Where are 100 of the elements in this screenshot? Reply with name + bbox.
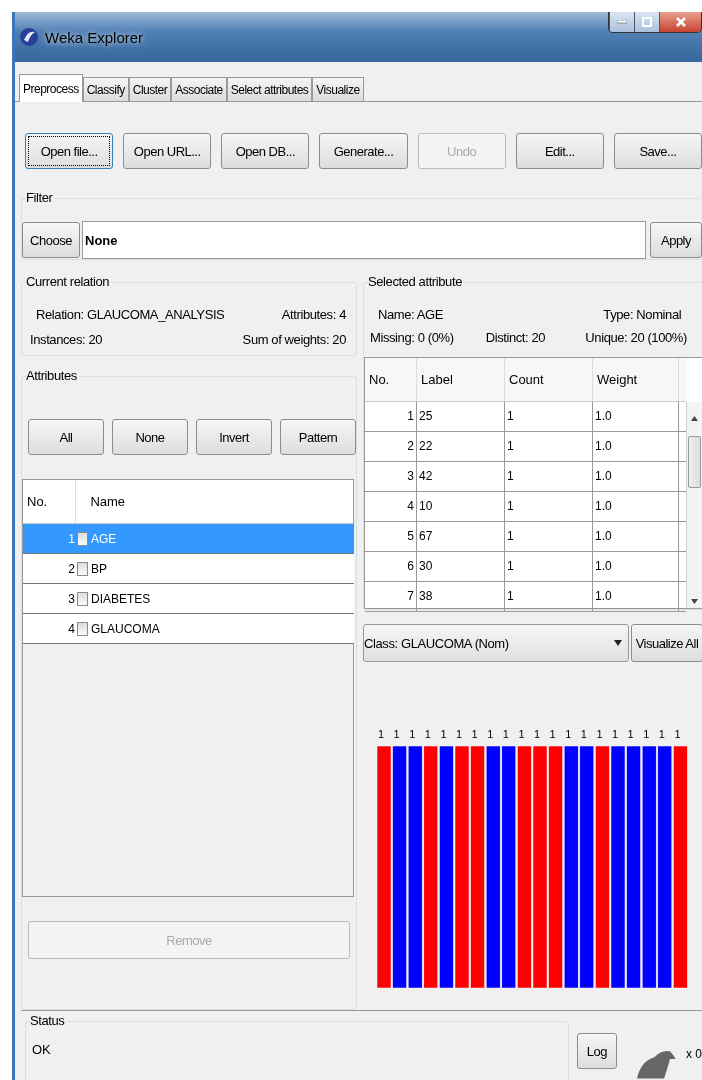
- bar-count: 1: [643, 728, 650, 740]
- toolbar-button[interactable]: Open file...: [25, 133, 114, 169]
- table-cell: 7: [365, 582, 417, 611]
- tab[interactable]: Preprocess: [19, 74, 83, 102]
- table-cell: 1.0: [593, 402, 679, 431]
- table-cell: 30: [417, 552, 505, 581]
- name-text: Name: AGE: [377, 307, 445, 322]
- attribute-row[interactable]: 4 GLAUCOMA: [23, 614, 354, 644]
- toolbar-button[interactable]: Save...: [613, 133, 702, 169]
- close-button[interactable]: [659, 12, 701, 32]
- table-cell: 1: [365, 402, 417, 431]
- column-header: Weight: [593, 358, 679, 401]
- maximize-button[interactable]: [634, 12, 659, 32]
- caret-icon: [614, 640, 622, 646]
- attributes-count: Attributes: 4: [280, 307, 346, 322]
- checkbox[interactable]: [77, 621, 88, 636]
- table-cell: 1.0: [593, 582, 679, 611]
- bar-count: 1: [565, 728, 572, 740]
- missing-text: Missing: 0 (0%): [370, 330, 455, 345]
- visualize-all-button[interactable]: Visualize All: [631, 624, 702, 662]
- group-title: Filter: [26, 190, 55, 205]
- attribute-row[interactable]: 3 DIABETES: [23, 584, 354, 614]
- column-header: No.: [365, 358, 417, 401]
- group-title: Attributes: [26, 368, 79, 383]
- tab[interactable]: Visualize: [312, 77, 364, 101]
- bar-count: 1: [674, 728, 681, 740]
- table-cell: 1.0: [593, 432, 679, 461]
- table-cell: 1.0: [593, 462, 679, 491]
- bar-count: 1: [424, 728, 431, 740]
- app-icon: [19, 27, 39, 47]
- bar-count: 1: [580, 728, 587, 740]
- bar-count: 1: [409, 728, 416, 740]
- bar-count: 1: [534, 728, 541, 740]
- scrollbar[interactable]: [686, 402, 702, 608]
- column-header: No.: [23, 480, 77, 523]
- apply-button[interactable]: Apply: [650, 222, 702, 258]
- choose-button[interactable]: Choose: [22, 222, 80, 258]
- scroll-up-icon[interactable]: [691, 416, 698, 421]
- tab[interactable]: Select attributes: [226, 77, 313, 101]
- table-cell: 1.0: [593, 522, 679, 551]
- table-cell: 1: [505, 462, 593, 491]
- unique-text: Unique: 20 (100%): [585, 330, 688, 345]
- bar-count: 1: [378, 728, 385, 740]
- relation-text: Relation: GLAUCOMA_ANALYSIS: [35, 307, 226, 322]
- distinct-text: Distinct: 20: [484, 330, 547, 345]
- attribute-name: AGE: [90, 531, 118, 546]
- log-button[interactable]: Log: [576, 1033, 618, 1069]
- table-cell: 10: [417, 492, 505, 521]
- class-dropdown[interactable]: Class: GLAUCOMA (Nom): [363, 624, 629, 662]
- bar-count: 1: [518, 728, 525, 740]
- tab[interactable]: Classify: [82, 77, 129, 101]
- scroll-thumb[interactable]: [688, 436, 701, 488]
- table-cell: 3: [365, 462, 417, 491]
- row-number: 4: [67, 621, 76, 636]
- toolbar-button[interactable]: Open URL...: [123, 133, 212, 169]
- bar-count: 1: [549, 728, 556, 740]
- bar-count: 1: [456, 728, 463, 740]
- minimize-icon: [617, 20, 627, 24]
- table-cell: 5: [365, 522, 417, 551]
- sum-of-weights: Sum of weights: 20: [242, 332, 346, 347]
- table-cell: 67: [417, 522, 505, 551]
- bar-count: 1: [502, 728, 509, 740]
- attribute-name: GLAUCOMA: [90, 621, 161, 636]
- bar-count: 1: [627, 728, 634, 740]
- toolbar-button[interactable]: Edit...: [515, 133, 604, 169]
- type-text: Type: Nominal: [602, 307, 683, 322]
- checkbox[interactable]: [77, 561, 88, 576]
- checkbox[interactable]: [77, 531, 88, 546]
- attribute-name: DIABETES: [90, 591, 152, 606]
- filter-field[interactable]: None: [82, 221, 646, 259]
- instances-count: Instances: 20: [30, 332, 104, 347]
- scroll-down-icon[interactable]: [691, 599, 698, 604]
- status-message: OK: [32, 1042, 51, 1057]
- checkbox[interactable]: [77, 591, 88, 606]
- toolbar-button[interactable]: Open DB...: [221, 133, 310, 169]
- tab[interactable]: Associate: [171, 77, 227, 101]
- select-button[interactable]: Pattern: [280, 419, 356, 455]
- tab[interactable]: Cluster: [128, 77, 172, 101]
- minimize-button[interactable]: [609, 12, 634, 32]
- group-title: Selected attribute: [368, 274, 464, 289]
- row-number: 2: [67, 561, 76, 576]
- bar-count: 1: [471, 728, 478, 740]
- bar-count: 1: [658, 728, 665, 740]
- table-cell: 38: [417, 582, 505, 611]
- group-title: Status: [30, 1013, 67, 1028]
- column-header: Count: [505, 358, 593, 401]
- table-cell: 2: [365, 432, 417, 461]
- close-icon: [674, 16, 687, 28]
- bar-count: 1: [596, 728, 603, 740]
- bar-count: 1: [393, 728, 400, 740]
- table-cell: 1: [505, 582, 593, 611]
- select-button[interactable]: All: [28, 419, 104, 455]
- select-button[interactable]: None: [112, 419, 188, 455]
- group-title: Current relation: [26, 274, 112, 289]
- attribute-row[interactable]: 2 BP: [23, 554, 354, 584]
- select-button[interactable]: Invert: [196, 419, 272, 455]
- row-number: 1: [67, 531, 76, 546]
- attribute-name: BP: [90, 561, 108, 576]
- table-cell: 6: [365, 552, 417, 581]
- toolbar-button[interactable]: Generate...: [319, 133, 408, 169]
